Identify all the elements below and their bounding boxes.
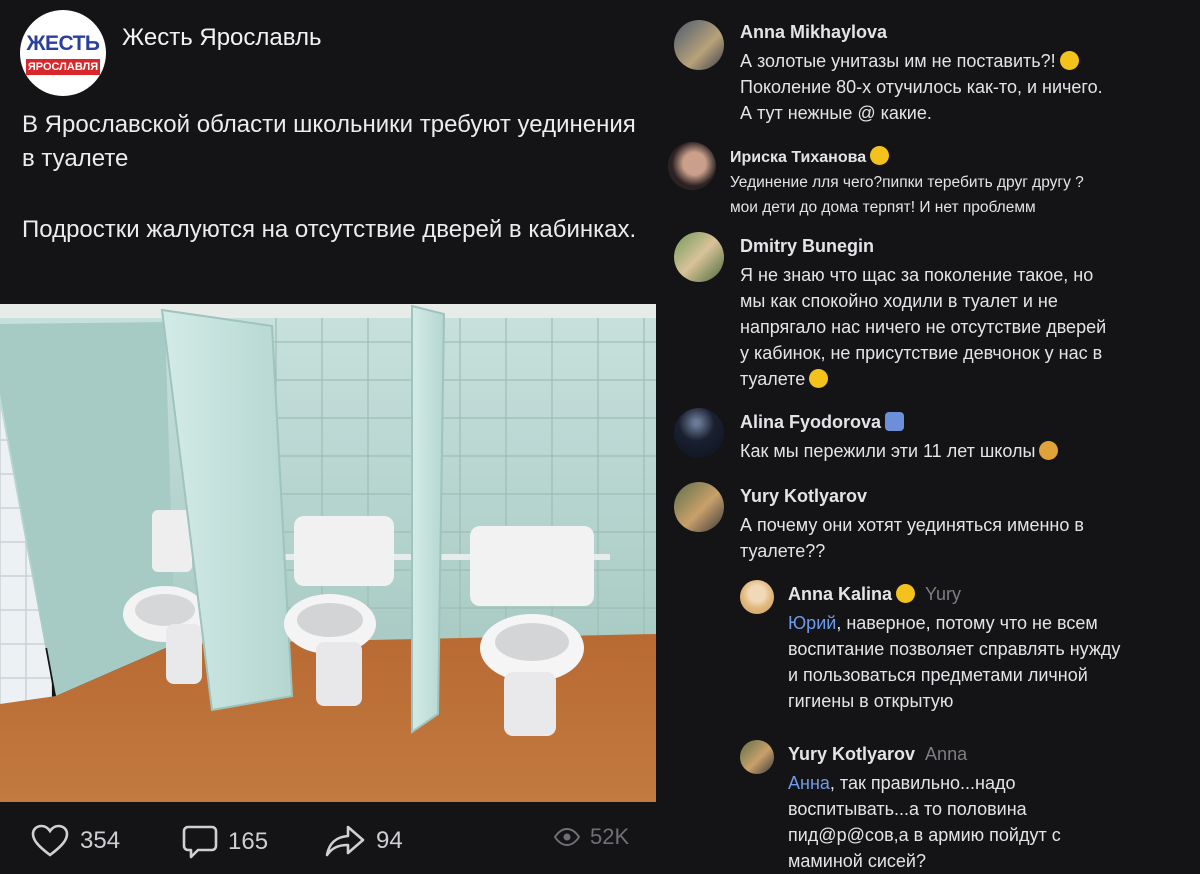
share-arrow-icon xyxy=(325,825,365,857)
comment-text: Как мы пережили эти 11 лет школы xyxy=(740,438,1190,464)
views-counter: 52K xyxy=(554,824,629,850)
comment-item: Yury Kotlyarov А почему они хотят уединя… xyxy=(660,476,1200,576)
sunglasses-emoji-icon xyxy=(896,584,916,603)
avatar[interactable] xyxy=(674,408,724,458)
comment-text: А золотые унитазы им не поставить?! Поко… xyxy=(740,51,1103,123)
like-count: 354 xyxy=(80,827,121,854)
views-count: 52K xyxy=(590,824,630,849)
comments-panel: Anna Mikhaylova А золотые унитазы им не … xyxy=(660,0,1200,872)
comment-button[interactable]: 165 xyxy=(182,824,268,860)
mention-link[interactable]: Анна xyxy=(788,773,830,793)
avatar[interactable] xyxy=(674,20,724,70)
comment-author[interactable]: Ириска Тиханова xyxy=(730,146,890,167)
comment-item: Alina Fyodorova Как мы пережили эти 11 л… xyxy=(660,400,1200,476)
avatar[interactable] xyxy=(674,232,724,282)
mention-link[interactable]: Юрий xyxy=(788,613,836,633)
rolling-laughing-emoji-icon xyxy=(1059,51,1079,70)
comment-author[interactable]: Anna Mikhaylova xyxy=(740,22,887,43)
heart-icon xyxy=(31,824,69,857)
socks-emoji-icon xyxy=(885,412,905,431)
grinning-emoji-icon xyxy=(870,146,890,165)
share-count: 94 xyxy=(376,827,403,854)
comment-item: Ириска Тиханова Уединение лля чего?пипки… xyxy=(660,136,1200,226)
comment-author[interactable]: Yury Kotlyarov xyxy=(740,486,867,507)
comment-icon xyxy=(182,825,218,859)
shrug-emoji-icon xyxy=(1039,441,1059,460)
comment-text: Уединение лля чего?пипки теребить друг д… xyxy=(730,174,1084,216)
avatar[interactable] xyxy=(740,740,774,774)
comment-count: 165 xyxy=(228,828,269,855)
post-photo[interactable] xyxy=(0,304,656,802)
community-avatar[interactable]: ЖЕСТЬ ЯРОСЛАВЛЯ xyxy=(20,10,106,96)
comment-text: Я не знаю что щас за поколение такое, но… xyxy=(740,265,1107,389)
comment-item: Dmitry Bunegin Я не знаю что щас за поко… xyxy=(660,226,1200,396)
share-button[interactable]: 94 xyxy=(324,824,403,858)
toilet-stalls-photo xyxy=(0,304,656,802)
logo-band: ЯРОСЛАВЛЯ xyxy=(26,59,100,75)
comment-author[interactable]: Dmitry Bunegin xyxy=(740,236,874,257)
community-name[interactable]: Жесть Ярославль xyxy=(122,24,321,52)
comment-item: Anna Mikhaylova А золотые унитазы им не … xyxy=(660,0,1200,140)
grinning-emoji-icon xyxy=(809,369,829,388)
post-actions: 354 165 94 52K xyxy=(0,816,656,866)
eye-icon xyxy=(554,828,580,846)
logo-text: ЖЕСТЬ xyxy=(26,32,100,55)
comment-text: Юрий, наверное, потому что не всем воспи… xyxy=(788,613,1121,711)
like-button[interactable]: 354 xyxy=(30,824,120,858)
comment-author[interactable]: Yury Kotlyarov Anna xyxy=(788,744,967,765)
comment-text: Анна, так правильно...надо воспитывать..… xyxy=(788,773,1061,871)
reply-item: Anna Kalina Yury Юрий, наверное, потому ч… xyxy=(660,574,1200,724)
post-card: ЖЕСТЬ ЯРОСЛАВЛЯ Жесть Ярославль В Яросла… xyxy=(0,0,660,872)
reply-item: Yury Kotlyarov Anna Анна, так правильно..… xyxy=(660,734,1200,872)
post-paragraph: Подростки жалуются на отсутствие дверей … xyxy=(22,216,637,243)
avatar[interactable] xyxy=(668,142,716,190)
post-text: В Ярославской области школьники требуют … xyxy=(22,108,642,284)
post-paragraph: В Ярославской области школьники требуют … xyxy=(22,111,636,172)
comment-author[interactable]: Anna Kalina Yury xyxy=(788,584,961,605)
avatar[interactable] xyxy=(740,580,774,614)
comment-text: А почему они хотят уединяться именно в т… xyxy=(740,515,1084,561)
avatar[interactable] xyxy=(674,482,724,532)
comment-author[interactable]: Alina Fyodorova xyxy=(740,412,905,433)
